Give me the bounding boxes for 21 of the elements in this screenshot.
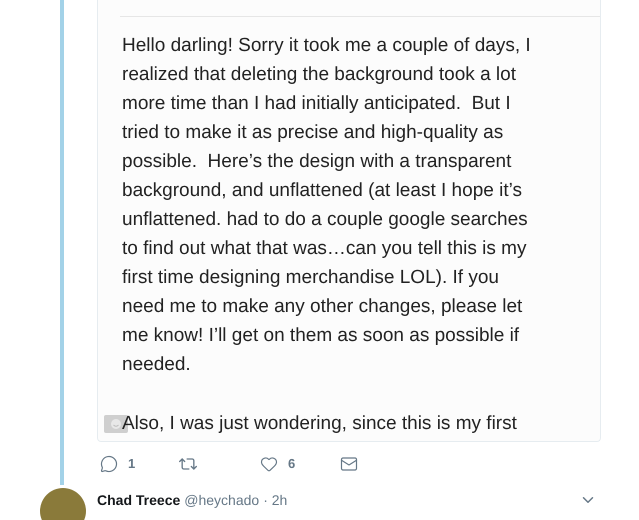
envelope-icon [340,454,358,472]
author-handle[interactable]: @heychado [184,492,260,508]
message-line: unflattened. had to do a couple google searches [122,208,529,232]
message-line: tried to make it as precise and high-quality as [122,121,504,145]
reply-button[interactable]: 1 [100,454,178,472]
message-line: realized that deleting the background took a lot [122,63,517,87]
message-line: need me to make any other changes, please let [122,295,524,319]
message-line: possible. Here’s the design with a transparent [122,150,512,174]
heart-icon [260,454,278,472]
message-line: first time designing merchandise LOL). If you [122,266,500,290]
message-line: to find out what that was…can you tell this is my [122,237,528,261]
tweet-time: · 2h [263,492,288,508]
speech-bubble-icon [100,454,118,472]
message-line: Hello darling! Sorry it took me a couple of days, I [122,34,532,58]
message-line: more time than I had initially anticipated. But I [122,92,512,116]
message-line: needed. [122,353,192,377]
message-line: Also, I was just wondering, since this is my first [122,412,517,436]
message-line: background, and unflattened (at least I hope it’s [122,179,523,203]
message-line: me know! I’ll get on them as soon as possible if [122,324,520,348]
author-name[interactable]: Chad Treece [97,492,180,508]
like-button[interactable]: 6 [260,454,340,472]
